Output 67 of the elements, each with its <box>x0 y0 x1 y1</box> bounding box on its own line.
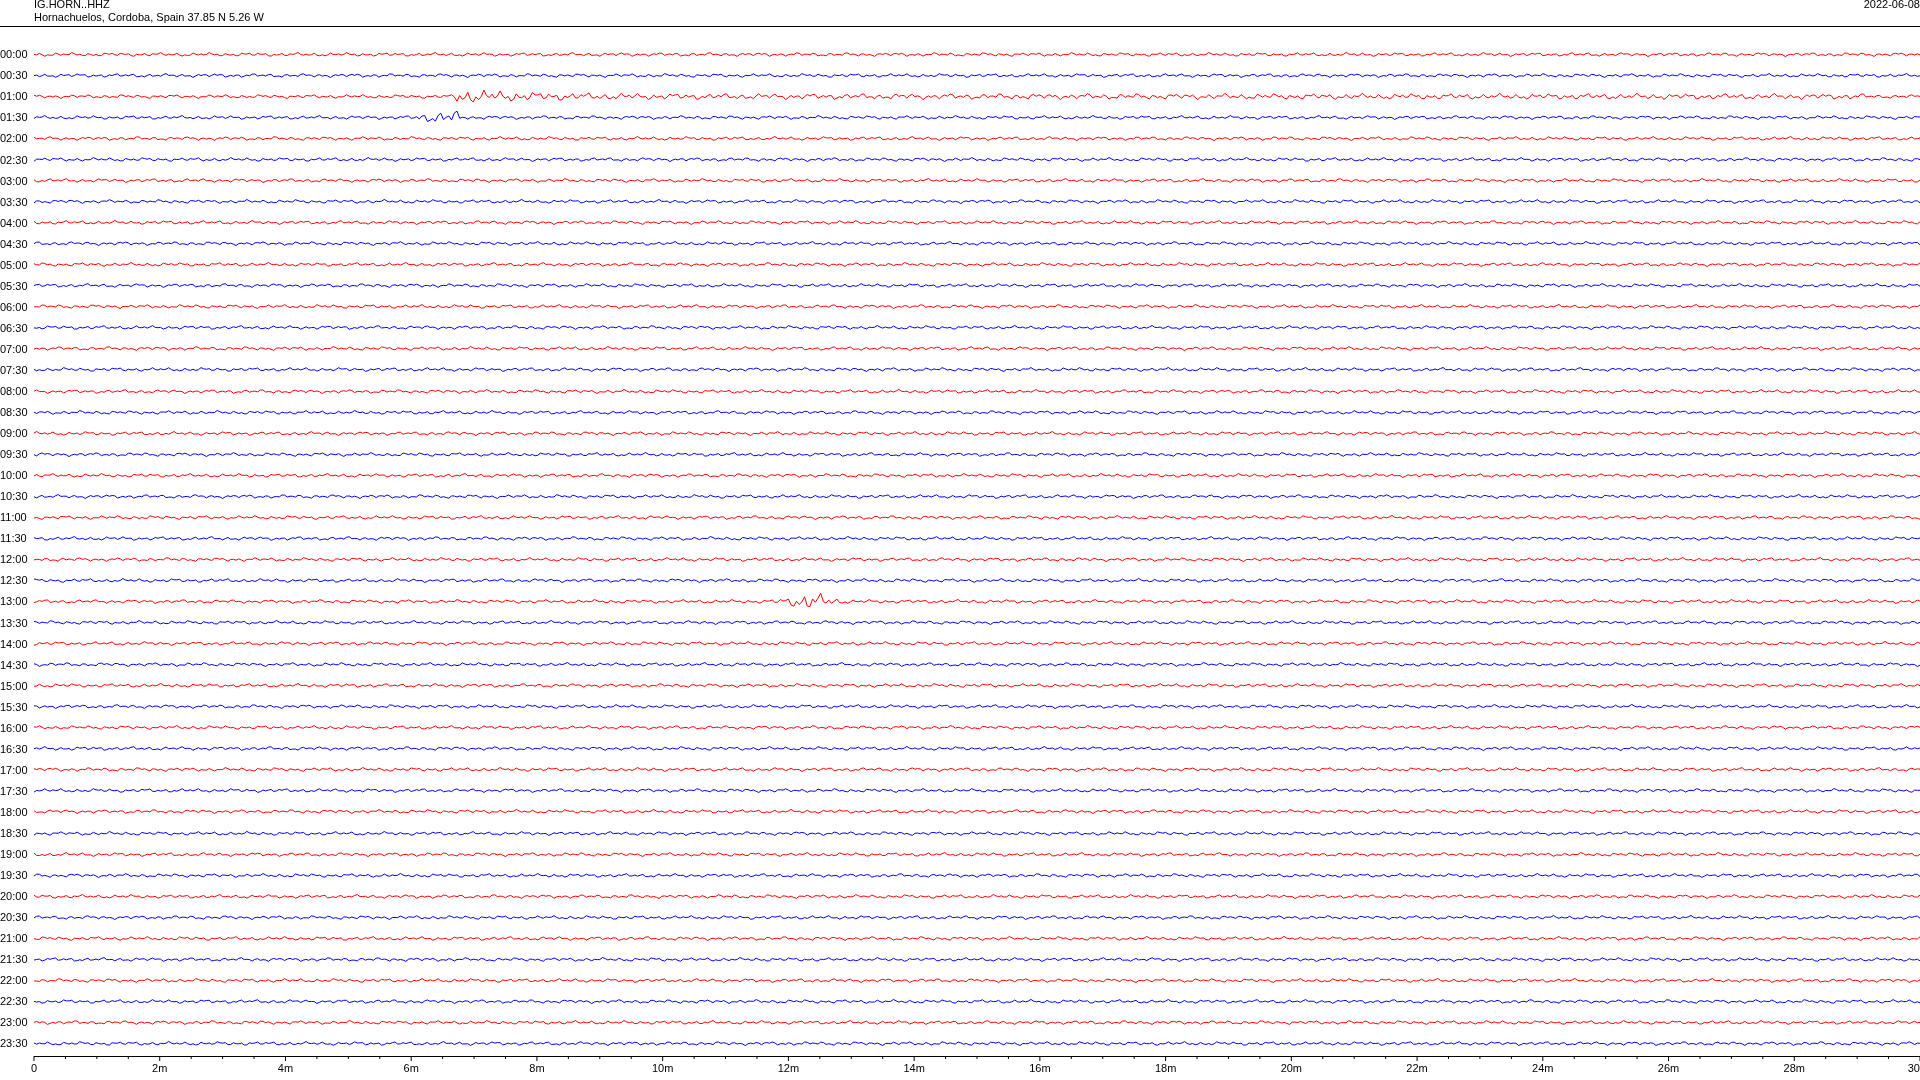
station-code: IG.HORN..HHZ <box>34 0 111 11</box>
axis-label: 0 <box>30 1062 38 1074</box>
time-label: 05:30 <box>0 279 29 292</box>
time-label: 03:30 <box>0 195 29 208</box>
time-label: 20:30 <box>0 911 29 924</box>
time-label: 08:00 <box>0 385 29 397</box>
time-label: 21:30 <box>0 953 29 966</box>
time-label: 17:00 <box>0 763 29 776</box>
time-label: 08:30 <box>0 406 29 419</box>
time-label: 15:30 <box>0 700 29 713</box>
time-label: 02:00 <box>0 132 29 145</box>
time-label: 18:00 <box>0 805 29 818</box>
time-label: 07:00 <box>0 342 29 355</box>
time-label: 12:00 <box>0 553 29 566</box>
time-label: 11:30 <box>0 532 28 545</box>
axis-label: 20m <box>1280 1062 1303 1074</box>
date-label: 2022-06-08 <box>1863 0 1920 12</box>
axis-label: 18m <box>1154 1062 1177 1074</box>
axis-label: 4m <box>277 1062 294 1074</box>
time-label: 10:00 <box>0 469 29 482</box>
time-label: 07:30 <box>0 363 29 376</box>
time-label: 13:00 <box>0 595 29 608</box>
time-label: 09:30 <box>0 448 29 461</box>
time-label: 23:30 <box>0 1037 29 1050</box>
axis-label: 16m <box>1029 1062 1051 1074</box>
time-label: 04:30 <box>0 237 29 250</box>
time-label: 10:30 <box>0 490 29 503</box>
time-label: 21:00 <box>0 932 29 945</box>
axis-label: 26m <box>1657 1062 1680 1074</box>
time-label: 20:00 <box>0 890 29 903</box>
axis-label: 8m <box>529 1062 545 1074</box>
time-label: 11:00 <box>0 511 28 524</box>
axis-label: 10m <box>651 1062 674 1074</box>
time-label: 23:00 <box>0 1016 29 1029</box>
axis-label: 6m <box>403 1062 419 1074</box>
time-label: 22:30 <box>0 995 29 1008</box>
time-label: 06:00 <box>0 300 29 313</box>
axis-label: 24m <box>1532 1062 1554 1074</box>
time-label: 06:30 <box>0 321 29 334</box>
axis-label: 12m <box>777 1062 800 1074</box>
axis-label: 14m <box>903 1062 925 1074</box>
time-label: 19:30 <box>0 869 29 882</box>
time-label: 17:30 <box>0 784 29 797</box>
time-label: 05:00 <box>0 258 29 271</box>
time-label: 02:30 <box>0 153 29 166</box>
time-label: 04:00 <box>0 216 29 229</box>
time-label: 01:00 <box>0 90 29 103</box>
time-label: 22:00 <box>0 974 29 987</box>
axis-label: 30 <box>1907 1062 1920 1074</box>
time-label: 12:30 <box>0 574 29 587</box>
time-label: 16:00 <box>0 721 29 734</box>
time-label: 19:00 <box>0 848 29 861</box>
axis-label: 28m <box>1783 1062 1805 1074</box>
time-label: 00:00 <box>0 48 29 61</box>
time-label: 16:30 <box>0 742 29 755</box>
axis-label: 2m <box>152 1062 168 1074</box>
time-label: 15:00 <box>0 679 29 692</box>
axis-label: 22m <box>1406 1062 1428 1074</box>
station-location: Hornachuelos, Cordoba, Spain 37.85 N 5.26 W <box>34 11 264 24</box>
time-label: 00:30 <box>0 69 29 82</box>
time-label: 09:00 <box>0 427 29 440</box>
time-label: 18:30 <box>0 827 29 839</box>
time-label: 03:00 <box>0 174 29 187</box>
time-label: 14:00 <box>0 637 29 650</box>
time-label: 14:30 <box>0 658 29 671</box>
time-label: 13:30 <box>0 616 29 629</box>
time-label: 01:30 <box>0 111 29 124</box>
